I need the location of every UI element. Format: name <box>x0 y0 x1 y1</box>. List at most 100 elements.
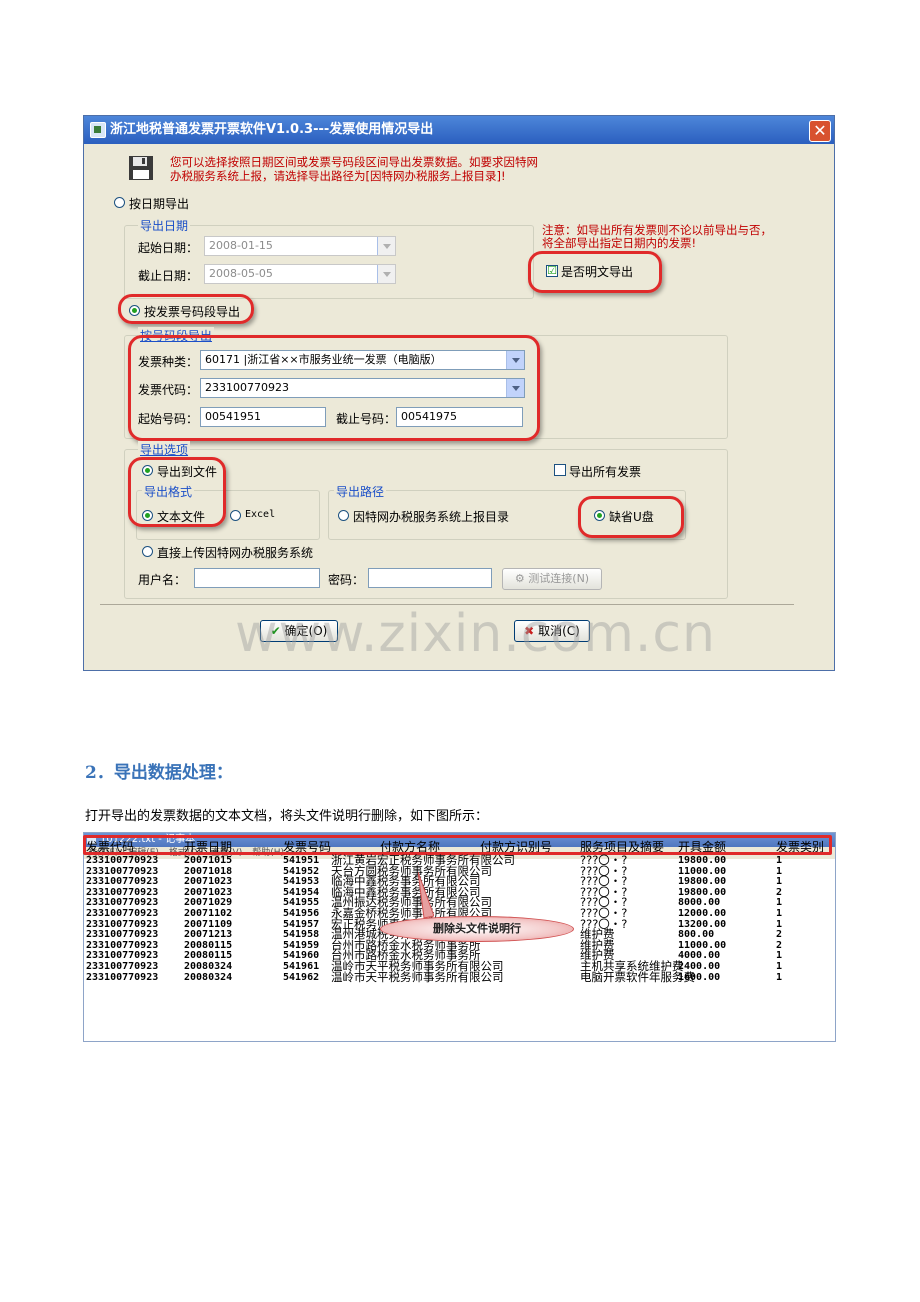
cell-type: 1 <box>776 897 783 909</box>
cell-code: 233100770923 <box>86 865 159 877</box>
upload-label: 直接上传因特网办税服务系统 <box>157 546 314 560</box>
cell-amount: 12000.00 <box>678 908 727 919</box>
paragraph: 打开导出的发票数据的文本文档，将头文件说明行删除，如下图所示： <box>85 809 489 824</box>
cell-code: 233100770923 <box>86 918 159 930</box>
cell-type: 1 <box>776 918 783 930</box>
cell-date: 20080115 <box>184 950 233 962</box>
link-icon: ⚙ <box>514 572 525 585</box>
highlight-default-path <box>578 496 684 538</box>
start-date-label: 起始日期： <box>138 241 199 255</box>
delete-header-callout: 删除头文件说明行 <box>380 916 574 942</box>
date-mode-radio[interactable] <box>114 197 125 208</box>
cell-code: 233100770923 <box>86 961 159 972</box>
cell-date: 20071023 <box>184 886 233 898</box>
cell-no: 541958 <box>283 929 320 941</box>
cell-amount: 1600.00 <box>678 971 721 983</box>
cell-type: 2 <box>776 929 783 941</box>
cell-code: 233100770923 <box>86 908 159 919</box>
cell-amount: 11000.00 <box>678 939 727 951</box>
start-date-select[interactable]: 2008-01-15 <box>204 236 396 256</box>
cell-amount: 800.00 <box>678 929 715 941</box>
cell-type: 2 <box>776 939 783 951</box>
cell-type: 1 <box>776 855 783 866</box>
cell-date: 20080115 <box>184 939 233 951</box>
highlight-number-range <box>128 335 540 441</box>
cell-type: 1 <box>776 865 783 877</box>
callout-pointer <box>417 871 435 920</box>
app-icon <box>90 122 106 138</box>
cell-amount: 8000.00 <box>678 897 721 909</box>
cell-amount: 11000.00 <box>678 865 727 877</box>
cell-no: 541953 <box>283 876 320 888</box>
cell-code: 233100770923 <box>86 876 159 888</box>
cell-date: 20071102 <box>184 908 233 919</box>
path-internet-label: 因特网办税服务系统上报目录 <box>353 510 510 524</box>
highlight-number-mode <box>118 294 254 324</box>
watermark: www.zixin.com.cn <box>235 604 716 664</box>
date-group-title: 导出日期 <box>138 217 191 234</box>
cell-no: 541955 <box>283 897 320 909</box>
cell-no: 541951 <box>283 855 320 866</box>
close-icon[interactable]: ✕ <box>809 120 831 142</box>
cell-date: 20080324 <box>184 971 233 983</box>
export-all-label: 导出所有发票 <box>569 465 642 479</box>
cell-payer: 温岭市天平税务师事务所有限公司 <box>331 969 504 984</box>
cell-type: 1 <box>776 961 783 972</box>
cell-type: 1 <box>776 971 783 983</box>
cell-amount: 4000.00 <box>678 950 721 962</box>
cell-no: 541959 <box>283 939 320 951</box>
cell-type: 1 <box>776 876 783 888</box>
format-excel-label: Excel <box>245 509 276 520</box>
cell-type: 1 <box>776 908 783 919</box>
highlight-plaintext <box>528 251 662 293</box>
cell-type: 2 <box>776 886 783 898</box>
date-mode-label: 按日期导出 <box>129 197 190 211</box>
export-all-checkbox[interactable] <box>554 464 566 476</box>
end-date-select[interactable]: 2008-05-05 <box>204 264 396 284</box>
cell-no: 541960 <box>283 950 320 962</box>
cell-code: 233100770923 <box>86 929 159 941</box>
cell-no: 541954 <box>283 886 320 898</box>
password-input[interactable] <box>368 568 492 588</box>
upload-radio[interactable] <box>142 546 153 557</box>
notice-line-2: 将全部导出指定日期内的发票! <box>542 236 697 250</box>
cell-code: 233100770923 <box>86 950 159 962</box>
highlight-export-file <box>128 457 226 527</box>
test-connection-button[interactable]: ⚙ 测试连接(N) <box>502 568 602 590</box>
options-group-title: 导出选项 <box>138 441 191 458</box>
cell-amount: 19800.00 <box>678 886 727 898</box>
cell-no: 541956 <box>283 908 320 919</box>
password-label: 密码： <box>328 573 365 587</box>
cell-no: 541957 <box>283 918 320 930</box>
path-internet-radio[interactable] <box>338 510 349 521</box>
username-input[interactable] <box>194 568 320 588</box>
cell-date: 20071015 <box>184 855 233 866</box>
cell-date: 20071109 <box>184 918 233 930</box>
cell-code: 233100770923 <box>86 939 159 951</box>
cell-no: 541962 <box>283 971 320 983</box>
end-date-value: 2008-05-05 <box>209 267 273 280</box>
cell-no: 541952 <box>283 865 320 877</box>
cell-amount: 19800.00 <box>678 855 727 866</box>
chevron-down-icon[interactable] <box>377 237 395 255</box>
cell-code: 233100770923 <box>86 886 159 898</box>
cell-date: 20080324 <box>184 961 233 972</box>
dialog-title: 浙江地税普通发票开票软件V1.0.3---发票使用情况导出 <box>110 122 434 137</box>
cell-no: 541961 <box>283 961 320 972</box>
dialog-title-bar: 浙江地税普通发票开票软件V1.0.3---发票使用情况导出 ✕ <box>84 116 834 144</box>
intro-line-2: 办税服务系统上报，请选择导出路径为[因特网办税服务上报目录]! <box>170 169 506 183</box>
start-date-value: 2008-01-15 <box>209 239 273 252</box>
cell-date: 20071029 <box>184 897 233 909</box>
format-excel-radio[interactable] <box>230 510 241 521</box>
cell-type: 1 <box>776 950 783 962</box>
cell-date: 20071023 <box>184 876 233 888</box>
cell-date: 20071213 <box>184 929 233 941</box>
section-heading: 2．导出数据处理： <box>85 763 233 783</box>
cell-amount: 19800.00 <box>678 876 727 888</box>
path-group-title: 导出路径 <box>334 483 387 500</box>
cell-code: 233100770923 <box>86 897 159 909</box>
end-date-label: 截止日期： <box>138 269 199 283</box>
cell-code: 233100770923 <box>86 855 159 866</box>
test-connection-label: 测试连接(N) <box>528 572 590 585</box>
chevron-down-icon[interactable] <box>377 265 395 283</box>
